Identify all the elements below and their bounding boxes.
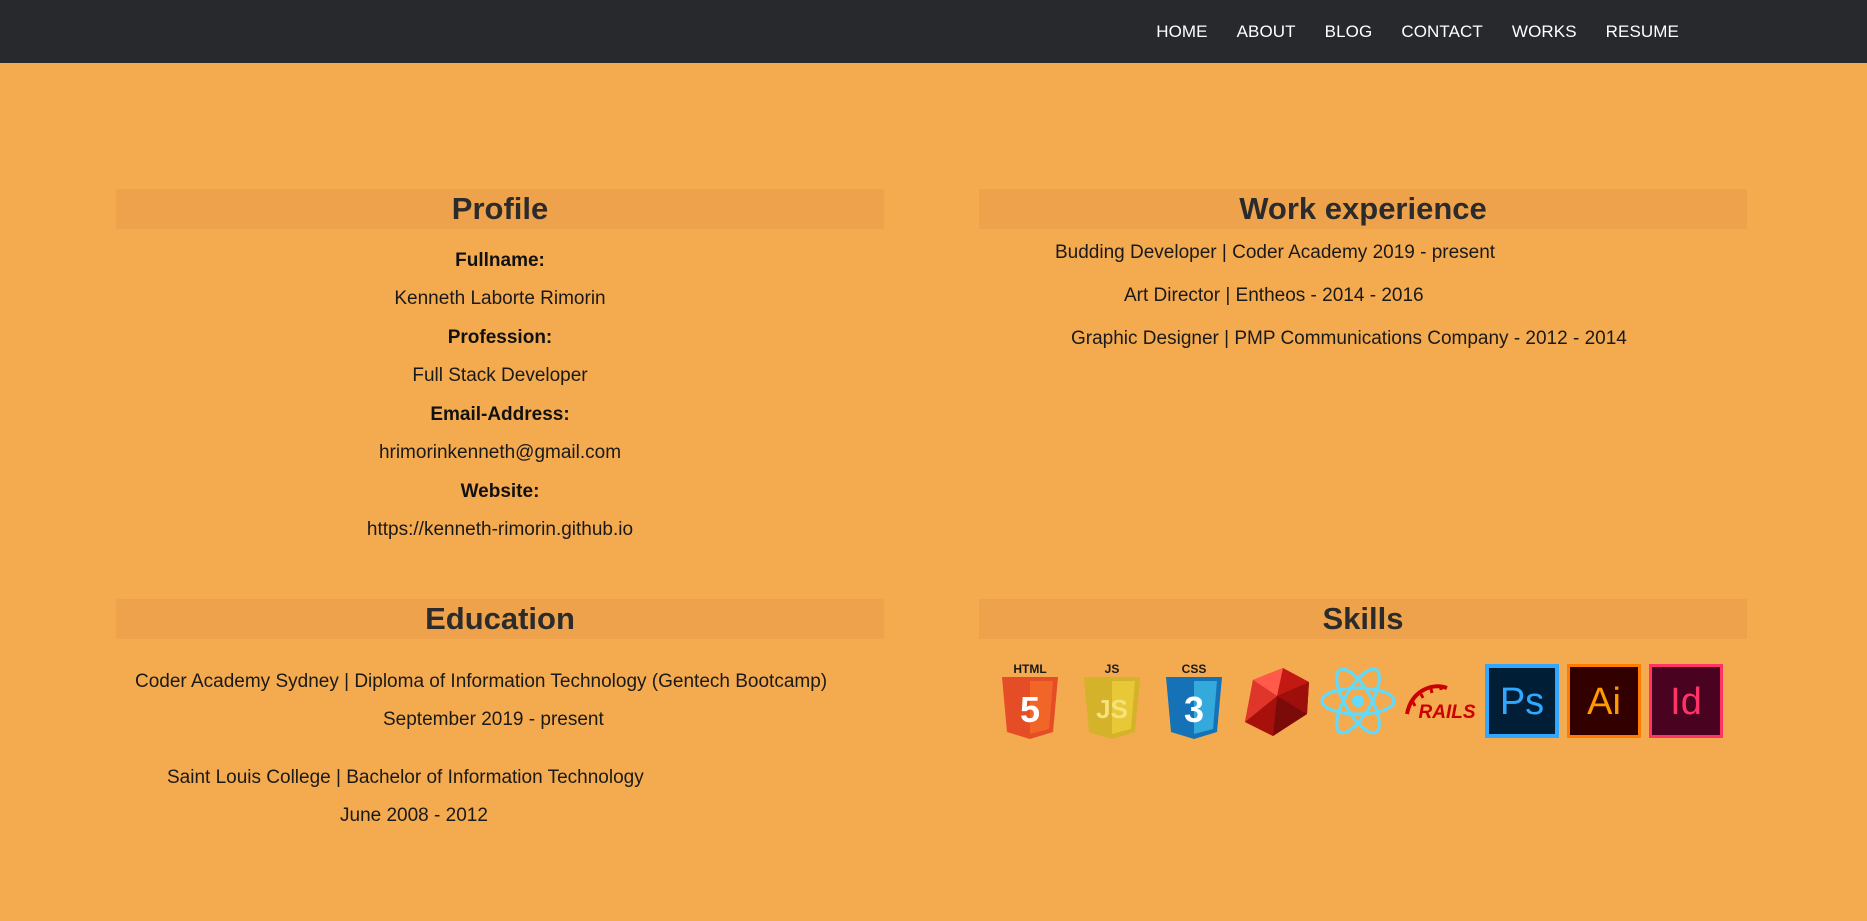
website-label: Website: [460,481,540,502]
profile-section: Profile Fullname: Kenneth Laborte Rimori… [116,189,884,549]
work-item: Budding Developer | Coder Academy 2019 -… [1055,242,1496,263]
work-experience-list: Budding Developer | Coder Academy 2019 -… [979,229,1747,379]
nav-blog-link[interactable]: BLOG [1325,22,1373,42]
education-header: Education [116,599,884,639]
work-experience-title: Work experience [1239,191,1487,226]
skills-title: Skills [1322,601,1404,636]
skills-section: Skills HTML 5 JS JS CSS 3 RAILS Ps Ai Id [979,599,1747,739]
fullname-label: Fullname: [455,250,545,271]
css3-glyph: 3 [1184,689,1204,730]
fullname-value: Kenneth Laborte Rimorin [394,288,606,309]
website-value: https://kenneth-rimorin.github.io [366,519,634,540]
react-icon [1320,667,1396,735]
javascript-icon: JS JS [1084,662,1140,739]
html5-glyph: 5 [1020,689,1040,730]
education-school: Coder Academy Sydney | Diploma of Inform… [135,671,828,692]
css3-icon: CSS 3 [1166,662,1222,739]
illustrator-label: Ai [1587,681,1621,723]
education-title: Education [425,601,575,636]
photoshop-label: Ps [1500,681,1544,723]
profession-label: Profession: [447,327,553,348]
profile-title: Profile [451,191,549,226]
nav-about-link[interactable]: ABOUT [1237,22,1296,42]
profile-header: Profile [116,189,884,229]
illustrator-icon: Ai [1567,664,1641,738]
work-item: Art Director | Entheos - 2014 - 2016 [1124,285,1424,306]
education-dates: June 2008 - 2012 [340,805,488,826]
skills-icon-row: HTML 5 JS JS CSS 3 RAILS Ps Ai Id [991,662,1729,740]
email-label: Email-Address: [430,404,570,425]
nav-works-link[interactable]: WORKS [1512,22,1577,42]
education-dates: September 2019 - present [383,709,604,730]
ruby-icon [1245,668,1309,736]
profile-details: Fullname: Kenneth Laborte Rimorin Profes… [116,241,884,549]
nav-home-link[interactable]: HOME [1156,22,1207,42]
skills-header: Skills [979,599,1747,639]
html5-label: HTML [1013,662,1046,676]
indesign-label: Id [1670,681,1702,723]
email-value: hrimorinkenneth@gmail.com [378,442,622,463]
rails-icon: RAILS [1405,684,1476,723]
css3-label: CSS [1182,662,1207,676]
nav-menu: HOME ABOUT BLOG CONTACT WORKS RESUME [1127,0,1679,63]
nav-contact-link[interactable]: CONTACT [1401,22,1483,42]
work-item: Graphic Designer | PMP Communications Co… [1071,328,1627,349]
javascript-label: JS [1105,662,1120,676]
work-experience-header: Work experience [979,189,1747,229]
education-list: Coder Academy Sydney | Diploma of Inform… [116,639,884,839]
profession-value: Full Stack Developer [412,365,588,386]
rails-label: RAILS [1419,702,1476,723]
top-nav: HOME ABOUT BLOG CONTACT WORKS RESUME [0,0,1867,63]
photoshop-icon: Ps [1485,664,1559,738]
html5-icon: HTML 5 [1002,662,1058,739]
nav-resume-link[interactable]: RESUME [1606,22,1679,42]
education-section: Education Coder Academy Sydney | Diploma… [116,599,884,839]
education-school: Saint Louis College | Bachelor of Inform… [167,767,644,788]
work-experience-section: Work experience Budding Developer | Code… [979,189,1747,379]
indesign-icon: Id [1649,664,1723,738]
javascript-glyph: JS [1096,694,1128,724]
